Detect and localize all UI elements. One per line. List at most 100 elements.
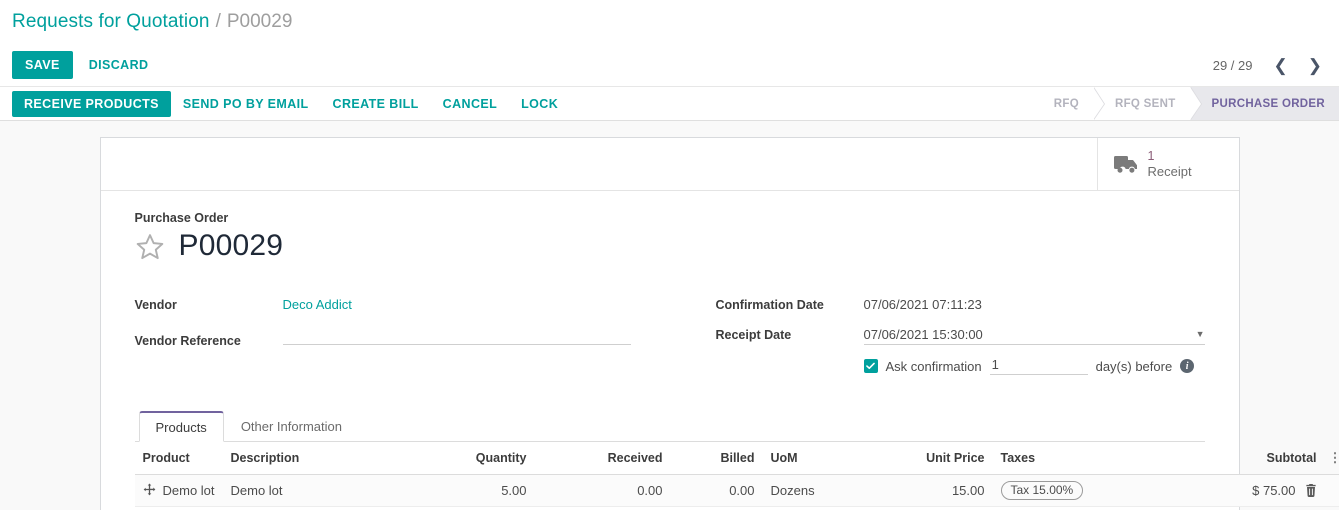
vendor-value[interactable]: Deco Addict [283,297,352,312]
breadcrumb: Requests for Quotation / P00029 [0,0,1339,44]
ask-confirmation-row: Ask confirmation day(s) before i [863,357,1205,375]
column-header-received[interactable]: Received [534,442,671,475]
drag-handle-icon[interactable] [143,482,156,499]
column-header-unit-price[interactable]: Unit Price [880,442,993,475]
tab-products[interactable]: Products [138,411,224,442]
cell-subtotal-value: $ 75.00 [1252,483,1296,498]
cell-quantity[interactable]: 5.00 [392,474,535,507]
breadcrumb-root-link[interactable]: Requests for Quotation [12,11,210,33]
cancel-button[interactable]: CANCEL [431,91,509,117]
chevron-right-icon: ❯ [1307,55,1322,75]
cell-product[interactable]: Demo lot [134,474,223,507]
confirmation-date-row: Confirmation Date 07/06/2021 07:11:23 [716,297,1205,319]
confirmation-date-value: 07/06/2021 07:11:23 [863,297,982,312]
status-rfq-label: RFQ [1053,97,1079,110]
confirmation-date-label: Confirmation Date [715,298,824,312]
form-column-right: Confirmation Date 07/06/2021 07:11:23 Re… [670,297,1205,375]
cell-uom[interactable]: Dozens [762,474,881,507]
column-header-quantity[interactable]: Quantity [392,442,535,475]
form-sheet: 1 Receipt Purchase Order P00029 Vendor D… [99,137,1339,510]
cell-received[interactable]: 0.00 [534,474,671,507]
sheet-body: Purchase Order P00029 Vendor Deco Addict… [101,191,1339,510]
record-type-label: Purchase Order [134,211,229,225]
status-arrow [1189,87,1201,120]
cell-taxes[interactable]: Tax 15.00% [992,474,1165,507]
info-icon[interactable]: i [1180,359,1195,373]
star-outline-icon[interactable] [135,232,165,261]
receipt-date-input[interactable]: 07/06/2021 15:30:00 ▼ [863,327,1205,345]
truck-icon [1113,155,1140,174]
column-header-billed[interactable]: Billed [670,442,763,475]
vendor-reference-input[interactable] [282,327,631,345]
vendor-reference-label: Vendor Reference [134,334,241,348]
cell-row-spacer [1324,474,1339,507]
receipt-date-value: 07/06/2021 15:30:00 [863,327,983,342]
chevron-down-icon: ▼ [1195,329,1205,339]
column-header-taxes[interactable]: Taxes [992,442,1165,475]
sheet-container: 1 Receipt Purchase Order P00029 Vendor D… [0,121,1339,510]
page-title: P00029 [178,229,284,262]
add-links-cell: Add a product Add a section Add a note [134,506,1339,510]
send-po-by-email-button[interactable]: SEND PO BY EMAIL [171,91,321,117]
optional-columns-toggle[interactable]: ⋮ [1324,442,1339,475]
status-arrow [1092,87,1104,120]
status-purchase-order[interactable]: PURCHASE ORDER [1189,87,1339,120]
receipt-date-row: Receipt Date 07/06/2021 15:30:00 ▼ [716,327,1205,349]
form-columns: Vendor Deco Addict Vendor Reference Conf… [135,297,1205,375]
cell-billed[interactable]: 0.00 [670,474,763,507]
record-pager: 29 / 29 ❮ ❯ [1213,44,1331,86]
column-header-subtotal[interactable]: Subtotal [1164,442,1325,475]
notebook: Products Other Information Product Descr… [134,411,1339,510]
tax-badge[interactable]: Tax 15.00% [1000,481,1084,500]
chevron-left-icon: ❮ [1273,55,1288,75]
save-button[interactable]: SAVE [12,51,73,79]
receive-products-button[interactable]: RECEIVE PRODUCTS [12,90,171,117]
status-rfq-sent[interactable]: RFQ SENT [1093,87,1202,120]
title-row: P00029 [135,229,1205,263]
cell-description[interactable]: Demo lot [222,474,393,507]
odoo-purchase-order-form: Requests for Quotation / P00029 SAVE DIS… [0,0,1339,510]
create-bill-button[interactable]: CREATE BILL [321,91,431,117]
pager-next-button[interactable]: ❯ [1299,55,1331,76]
days-before-input[interactable] [989,357,1088,375]
ask-confirmation-checkbox[interactable] [863,359,878,373]
table-row[interactable]: Demo lot Demo lot 5.00 0.00 0.00 Dozens … [134,474,1339,507]
vendor-row: Vendor Deco Addict [135,297,670,319]
table-header-row: Product Description Quantity Received Bi… [134,442,1339,475]
lock-button[interactable]: LOCK [509,91,570,117]
cell-unit-price[interactable]: 15.00 [880,474,993,507]
notebook-tabs: Products Other Information [134,411,1205,442]
pager-previous-button[interactable]: ❮ [1265,55,1297,76]
pager-counter: 29 / 29 [1212,57,1253,73]
receipt-count: 1 [1147,148,1155,163]
receipt-date-label: Receipt Date [715,328,792,342]
order-lines-table: Product Description Quantity Received Bi… [134,442,1339,510]
column-header-description[interactable]: Description [222,442,393,475]
breadcrumb-current: P00029 [226,11,293,32]
column-header-product[interactable]: Product [134,442,223,475]
discard-button[interactable]: DISCARD [77,51,161,79]
trash-icon[interactable] [1305,484,1317,497]
receipt-smart-button[interactable]: 1 Receipt [1096,138,1239,190]
ask-confirmation-label: Ask confirmation [885,358,982,374]
status-bar: RFQ RFQ SENT PURCHASE ORDER [1038,87,1339,120]
cell-subtotal: $ 75.00 [1164,474,1325,507]
action-buttons-group: RECEIVE PRODUCTS SEND PO BY EMAIL CREATE… [0,87,570,120]
breadcrumb-separator: / [215,11,221,32]
status-rfq[interactable]: RFQ [1038,87,1105,120]
days-suffix-label: day(s) before [1095,358,1173,374]
status-purchase-order-label: PURCHASE ORDER [1211,97,1325,110]
button-box: 1 Receipt [100,138,1239,191]
receipt-label: Receipt [1147,163,1192,179]
control-panel: SAVE DISCARD 29 / 29 ❮ ❯ [0,44,1339,86]
action-bar: RECEIVE PRODUCTS SEND PO BY EMAIL CREATE… [0,86,1339,121]
tab-other-information[interactable]: Other Information [224,411,359,442]
cell-product-value: Demo lot [162,483,215,498]
status-rfq-sent-label: RFQ SENT [1114,97,1176,110]
column-header-uom[interactable]: UoM [762,442,881,475]
receipt-smart-button-text: 1 Receipt [1148,149,1192,179]
vendor-label: Vendor [134,298,177,312]
vertical-dots-icon: ⋮ [1328,450,1339,465]
form-column-left: Vendor Deco Addict Vendor Reference [135,297,670,375]
vendor-reference-row: Vendor Reference [135,327,670,349]
